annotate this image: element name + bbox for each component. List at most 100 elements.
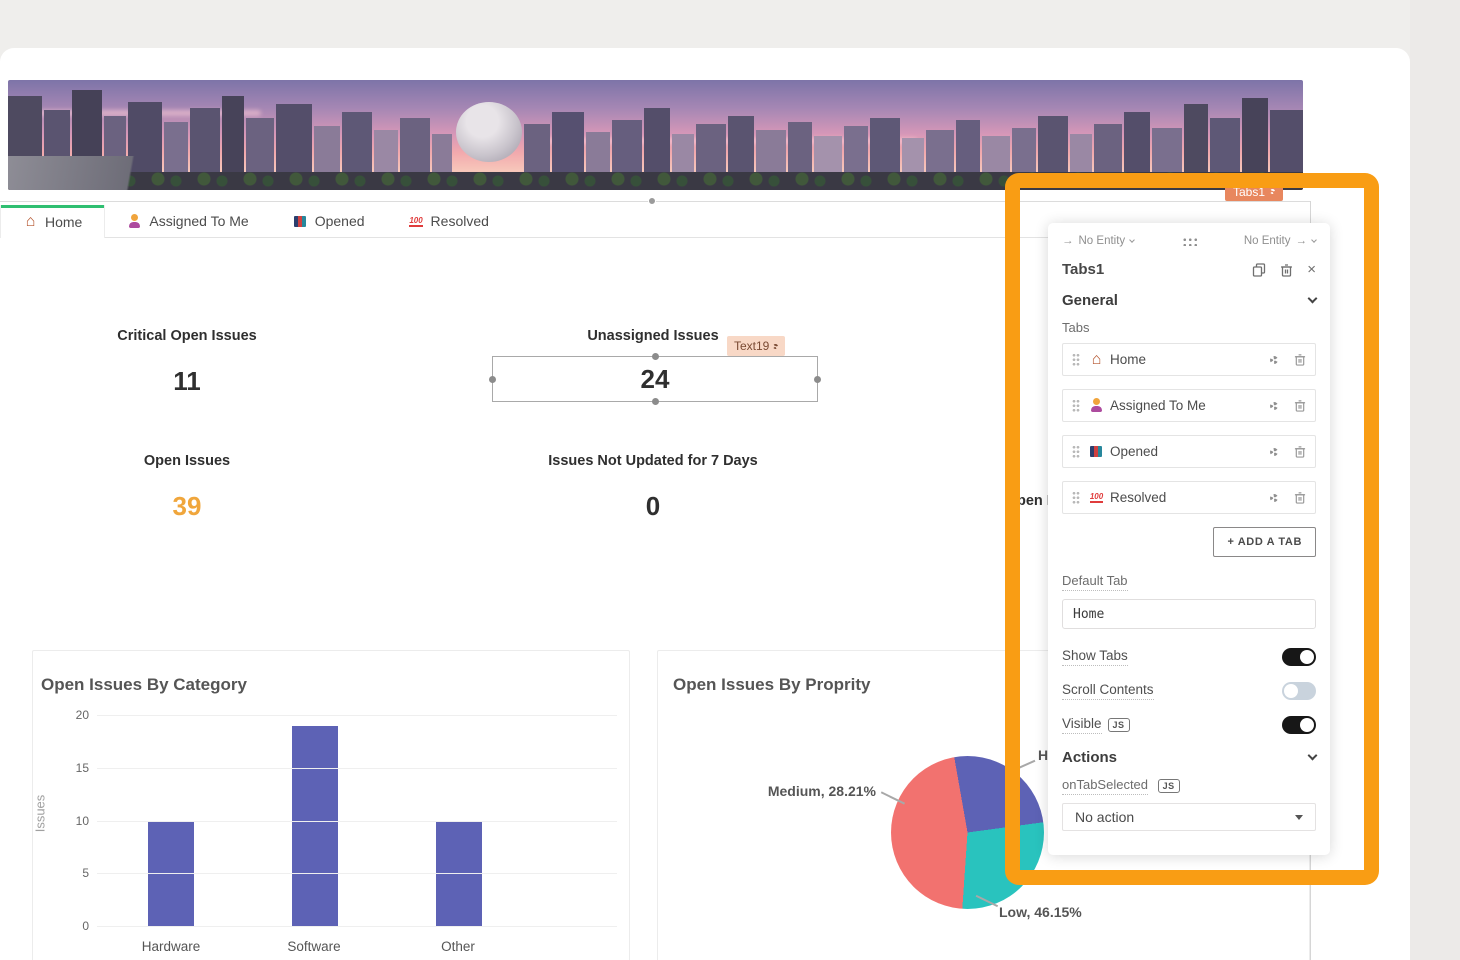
js-toggle-chip[interactable]: JS bbox=[1158, 779, 1180, 793]
grid-dots-icon[interactable] bbox=[1182, 237, 1197, 246]
building-silhouette bbox=[1012, 128, 1036, 174]
js-toggle-chip[interactable]: JS bbox=[1108, 718, 1130, 732]
outgoing-entity-selector[interactable]: No Entity → bbox=[1244, 235, 1316, 247]
chevron-down-icon bbox=[1308, 751, 1318, 761]
close-panel-button[interactable]: × bbox=[1307, 262, 1316, 277]
property-pane: → No Entity No Entity → Tabs1 bbox=[1048, 223, 1330, 855]
panel-tab-row-assigned-to-me[interactable]: Assigned To Me bbox=[1062, 389, 1316, 422]
building-silhouette bbox=[956, 120, 980, 174]
gridline bbox=[97, 821, 617, 822]
header-image bbox=[8, 80, 1303, 190]
show-tabs-row: Show Tabs bbox=[1062, 647, 1316, 667]
visible-toggle[interactable] bbox=[1282, 716, 1316, 734]
building-silhouette bbox=[276, 104, 312, 174]
resize-handle-top[interactable] bbox=[652, 353, 659, 360]
person-icon bbox=[1089, 398, 1104, 413]
panel-tab-row-home[interactable]: Home bbox=[1062, 343, 1316, 376]
panel-tab-row-resolved[interactable]: Resolved bbox=[1062, 481, 1316, 514]
drag-handle-icon[interactable] bbox=[1072, 491, 1080, 504]
general-section-header[interactable]: General bbox=[1062, 292, 1316, 309]
x-category-label: Other bbox=[403, 939, 513, 954]
bar-software[interactable] bbox=[292, 726, 338, 926]
drag-handle-icon[interactable] bbox=[1072, 399, 1080, 412]
add-a-tab-button[interactable]: + ADD A TAB bbox=[1213, 527, 1316, 557]
panel-tab-label: Opened bbox=[1110, 444, 1158, 459]
drag-handle-icon[interactable] bbox=[1072, 445, 1080, 458]
books-icon bbox=[293, 214, 308, 229]
app-screenshot: HomeAssigned To MeOpenedResolved Critica… bbox=[0, 0, 1460, 960]
scroll-contents-toggle[interactable] bbox=[1282, 682, 1316, 700]
incoming-entity-label: No Entity bbox=[1079, 235, 1126, 247]
default-tab-input[interactable]: Home bbox=[1062, 599, 1316, 629]
drag-handle-icon[interactable] bbox=[1072, 353, 1080, 366]
copy-widget-button[interactable] bbox=[1252, 263, 1266, 277]
canvas-tab-home[interactable]: Home bbox=[0, 205, 105, 238]
default-tab-label: Default Tab bbox=[1062, 573, 1316, 591]
canvas-tab-resolved[interactable]: Resolved bbox=[387, 205, 511, 237]
pie-label-connector bbox=[1011, 760, 1035, 772]
building-silhouette bbox=[1094, 124, 1122, 174]
y-tick-label: 10 bbox=[39, 814, 89, 828]
building-silhouette bbox=[982, 136, 1010, 174]
tab-label: Home bbox=[45, 214, 82, 230]
gear-icon[interactable] bbox=[1270, 402, 1278, 410]
building-silhouette bbox=[432, 134, 452, 174]
trash-icon[interactable] bbox=[1294, 399, 1306, 412]
home-icon bbox=[23, 214, 38, 229]
home-icon bbox=[1089, 352, 1104, 367]
stat-value: 11 bbox=[27, 366, 347, 397]
widget-name-badge[interactable]: Tabs1 bbox=[1225, 182, 1283, 201]
scroll-contents-row: Scroll Contents bbox=[1062, 681, 1316, 701]
resize-handle-right[interactable] bbox=[814, 376, 821, 383]
stat-label: Issues Not Updated for 7 Days bbox=[493, 453, 813, 469]
trash-icon[interactable] bbox=[1294, 491, 1306, 504]
widget-resize-handle[interactable] bbox=[648, 197, 656, 205]
trash-icon[interactable] bbox=[1294, 445, 1306, 458]
show-tabs-label: Show Tabs bbox=[1062, 648, 1128, 666]
panel-tab-list: Home Assigned To Me Opened Resolved bbox=[1062, 343, 1316, 514]
panel-tab-row-opened[interactable]: Opened bbox=[1062, 435, 1316, 468]
bar-chart-widget[interactable]: Open Issues By Category Issues 05101520 … bbox=[32, 650, 630, 960]
building-silhouette bbox=[342, 112, 372, 174]
panel-title-row: Tabs1 × bbox=[1062, 261, 1316, 278]
selected-widget-badge[interactable]: Text19 bbox=[727, 336, 785, 356]
resize-handle-left[interactable] bbox=[489, 376, 496, 383]
building-silhouette bbox=[246, 118, 274, 174]
on-tab-selected-row: onTabSelected JS bbox=[1062, 777, 1316, 795]
pie-chart[interactable] bbox=[891, 756, 1044, 909]
delete-widget-button[interactable] bbox=[1280, 263, 1293, 277]
gear-icon[interactable] bbox=[1270, 494, 1278, 502]
building-silhouette bbox=[374, 130, 398, 174]
building-silhouette bbox=[844, 126, 868, 174]
trash-icon[interactable] bbox=[1294, 353, 1306, 366]
road bbox=[8, 156, 228, 190]
canvas-tab-opened[interactable]: Opened bbox=[271, 205, 387, 237]
building-silhouette bbox=[644, 108, 670, 174]
building-silhouette bbox=[524, 124, 550, 174]
stat-critical-open-issues: Critical Open Issues 11 bbox=[27, 328, 347, 397]
gear-icon[interactable] bbox=[1270, 356, 1278, 364]
resize-handle-bottom[interactable] bbox=[652, 398, 659, 405]
right-band bbox=[1410, 0, 1460, 960]
tab-label: Resolved bbox=[431, 213, 489, 229]
building-silhouette bbox=[586, 132, 610, 174]
pie-slice-label-low: Low, 46.15% bbox=[999, 904, 1082, 920]
action-select[interactable]: No action bbox=[1062, 803, 1316, 831]
actions-section-header[interactable]: Actions bbox=[1062, 749, 1316, 766]
stat-value: 0 bbox=[493, 491, 813, 522]
building-silhouette bbox=[1124, 112, 1150, 174]
panel-widget-name[interactable]: Tabs1 bbox=[1062, 261, 1238, 278]
building-silhouette bbox=[814, 136, 842, 174]
building-silhouette bbox=[672, 134, 694, 174]
panel-tab-label: Assigned To Me bbox=[1110, 398, 1206, 413]
books-icon bbox=[1089, 444, 1104, 459]
building-silhouette bbox=[1070, 134, 1092, 174]
gridline bbox=[97, 715, 617, 716]
selection-box[interactable] bbox=[492, 356, 818, 402]
scroll-contents-label: Scroll Contents bbox=[1062, 682, 1154, 700]
canvas-tab-assigned-to-me[interactable]: Assigned To Me bbox=[105, 205, 270, 237]
show-tabs-toggle[interactable] bbox=[1282, 648, 1316, 666]
gear-icon[interactable] bbox=[1270, 448, 1278, 456]
chevron-down-icon bbox=[1308, 294, 1318, 304]
incoming-entity-selector[interactable]: → No Entity bbox=[1062, 235, 1134, 247]
